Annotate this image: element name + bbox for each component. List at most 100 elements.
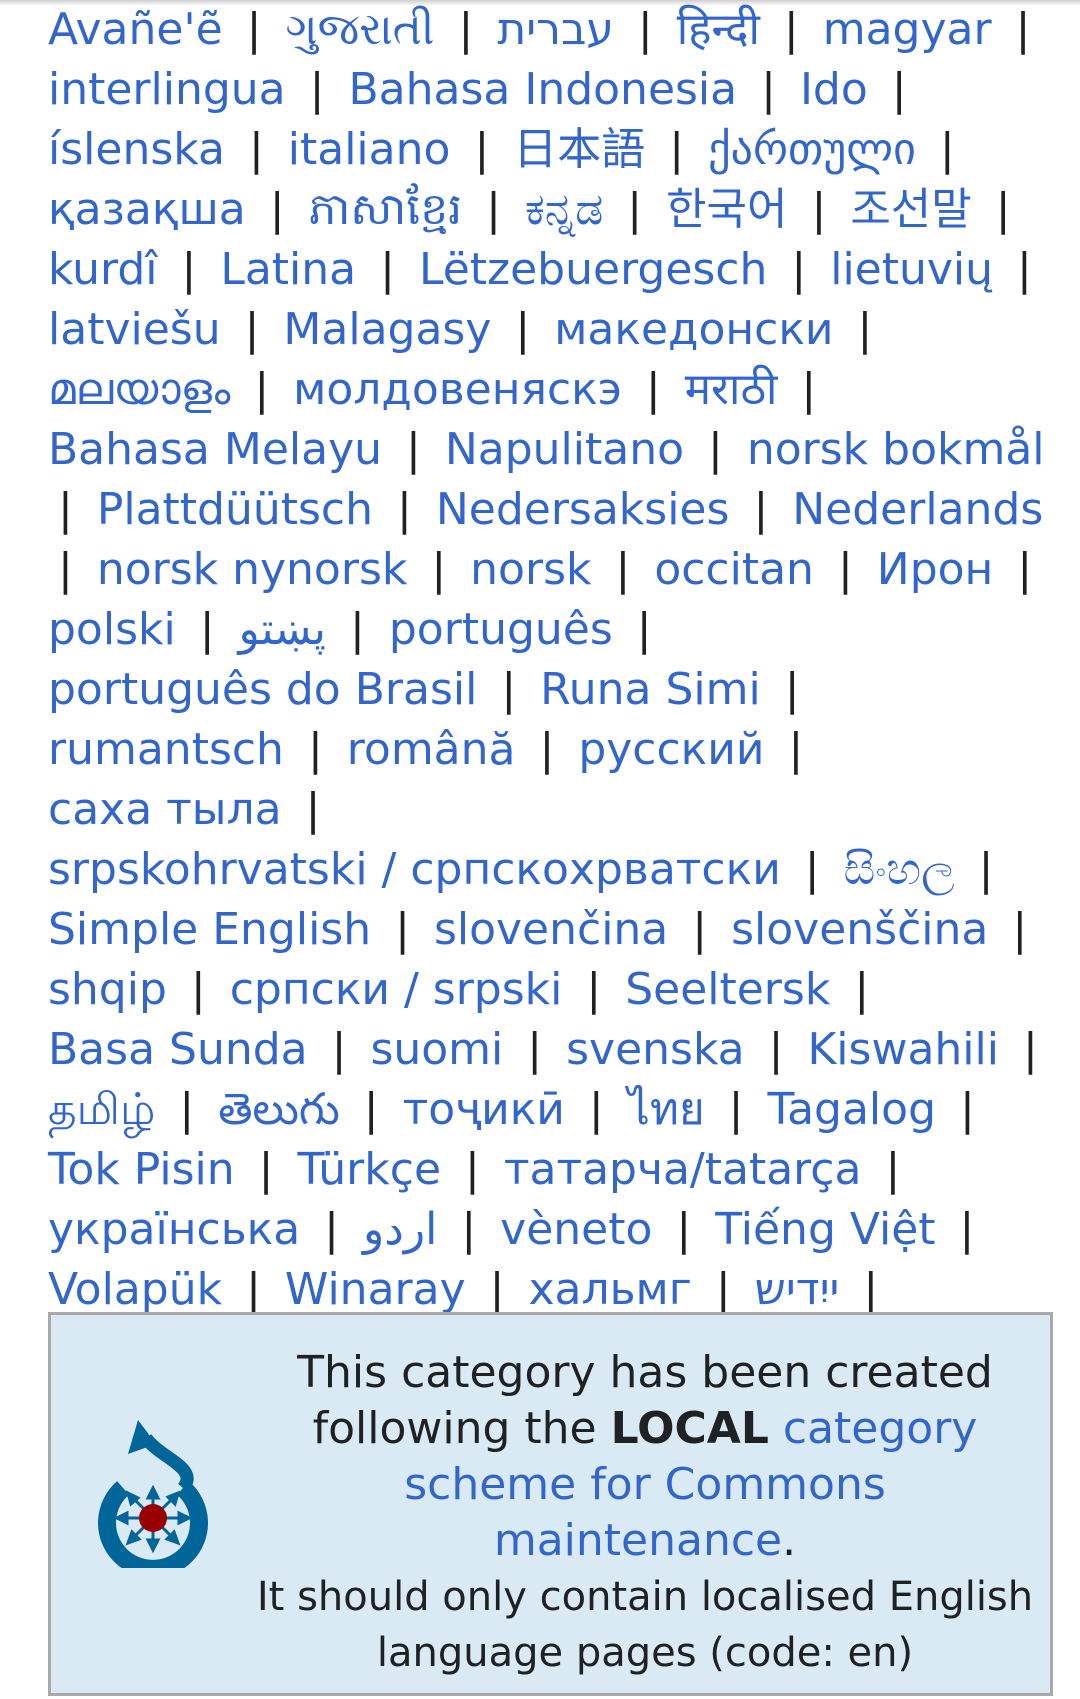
language-link[interactable]: norsk nynorsk	[97, 544, 408, 595]
language-link[interactable]: ไทย	[628, 1084, 705, 1135]
link-separator: |	[791, 244, 807, 295]
link-separator: |	[863, 1264, 879, 1315]
language-link[interactable]: slovenčina	[434, 904, 668, 955]
language-link[interactable]: Runa Simi	[540, 664, 761, 715]
language-link[interactable]: vèneto	[500, 1204, 652, 1255]
language-link[interactable]: қазақша	[48, 184, 246, 235]
language-link[interactable]: саха тыла	[48, 784, 282, 835]
language-link[interactable]: සිංහල	[844, 844, 955, 895]
language-link[interactable]: svenska	[566, 1024, 745, 1075]
link-separator: |	[959, 1204, 975, 1255]
language-link[interactable]: srpskohrvatski / српскохрватски	[48, 844, 781, 895]
link-separator: |	[676, 1204, 692, 1255]
link-separator: |	[761, 64, 776, 115]
link-separator: |	[885, 1144, 901, 1195]
language-link[interactable]: Tagalog	[767, 1084, 936, 1135]
language-link[interactable]: Simple English	[48, 904, 371, 955]
language-link[interactable]: молдовеняскэ	[293, 364, 622, 415]
notice-period: .	[782, 1515, 797, 1566]
language-link[interactable]: മലയാളം	[48, 364, 230, 415]
language-link[interactable]: Ирон	[877, 544, 994, 595]
link-separator: |	[615, 544, 631, 595]
language-link[interactable]: suomi	[370, 1024, 503, 1075]
link-separator: |	[978, 844, 994, 895]
link-separator: |	[258, 1144, 274, 1195]
language-link[interactable]: עברית	[497, 4, 614, 55]
link-separator: |	[331, 1024, 347, 1075]
language-link[interactable]: Kiswahili	[807, 1024, 999, 1075]
language-link[interactable]: српски / srpski	[230, 964, 563, 1015]
link-separator: |	[801, 364, 817, 415]
link-separator: |	[305, 784, 321, 835]
language-link[interactable]: українська	[48, 1204, 300, 1255]
language-link[interactable]: Plattdüütsch	[97, 484, 373, 535]
link-separator: |	[501, 664, 517, 715]
language-link[interactable]: मराठी	[685, 364, 778, 415]
language-link[interactable]: Nedersaksies	[436, 484, 730, 535]
link-separator: |	[1017, 244, 1032, 295]
language-link[interactable]: Malagasy	[283, 304, 491, 355]
language-link[interactable]: 日本語	[513, 124, 645, 175]
language-link[interactable]: తెలుగు	[218, 1084, 340, 1135]
language-link[interactable]: polski	[48, 604, 176, 655]
link-separator: |	[837, 544, 853, 595]
language-link[interactable]: português	[389, 604, 613, 655]
language-link[interactable]: íslenska	[48, 124, 225, 175]
language-link[interactable]: română	[347, 724, 516, 775]
language-link[interactable]: хальмг	[528, 1264, 691, 1315]
language-link[interactable]: italiano	[288, 124, 451, 175]
language-link[interactable]: interlingua	[48, 64, 286, 115]
link-separator: |	[397, 484, 412, 535]
language-link[interactable]: 한국어	[666, 184, 787, 235]
language-link[interactable]: Bahasa Melayu	[48, 424, 382, 475]
language-link[interactable]: latviešu	[48, 304, 221, 355]
link-separator: |	[1022, 1024, 1038, 1075]
language-link[interactable]: پښتو	[239, 604, 327, 655]
language-link[interactable]: ಕನ್ನಡ	[525, 184, 603, 235]
language-link[interactable]: lietuvių	[830, 244, 993, 295]
language-link[interactable]: Tiếng Việt	[715, 1204, 935, 1255]
language-link[interactable]: Winaray	[285, 1264, 466, 1315]
language-link[interactable]: ייִדיש	[755, 1264, 840, 1315]
language-link[interactable]: Bahasa Indonesia	[348, 64, 737, 115]
language-link[interactable]: Ido	[800, 64, 868, 115]
language-link[interactable]: Latina	[220, 244, 356, 295]
language-link[interactable]: Basa Sunda	[48, 1024, 308, 1075]
language-link[interactable]: 조선말	[850, 184, 971, 235]
language-link[interactable]: Tok Pisin	[48, 1144, 235, 1195]
link-separator: |	[788, 724, 804, 775]
language-link[interactable]: тоҷикӣ	[403, 1084, 565, 1135]
link-separator: |	[586, 964, 602, 1015]
language-link[interactable]: português do Brasil	[48, 664, 477, 715]
link-separator: |	[1017, 544, 1033, 595]
language-link[interactable]: occitan	[654, 544, 814, 595]
link-separator: |	[539, 724, 555, 775]
link-separator: |	[190, 964, 206, 1015]
language-link[interactable]: தமிழ்	[48, 1084, 155, 1135]
language-link[interactable]: Avañe'ẽ	[48, 4, 223, 55]
language-link[interactable]: Seeltersk	[625, 964, 830, 1015]
language-link[interactable]: Lëtzebuergesch	[419, 244, 767, 295]
language-link[interactable]: Nederlands	[792, 484, 1043, 535]
language-link[interactable]: magyar	[823, 4, 992, 55]
language-link[interactable]: Türkçe	[297, 1144, 441, 1195]
language-link[interactable]: slovenščina	[731, 904, 988, 955]
link-separator: |	[753, 484, 769, 535]
language-link[interactable]: shqip	[48, 964, 167, 1015]
language-link[interactable]: македонски	[554, 304, 833, 355]
language-link[interactable]: اردو	[363, 1204, 437, 1255]
language-link[interactable]: Napulitano	[445, 424, 684, 475]
link-separator: |	[307, 724, 323, 775]
language-link[interactable]: norsk bokmål	[747, 424, 1045, 475]
language-link[interactable]: русский	[578, 724, 764, 775]
language-link[interactable]: हिन्दी	[677, 4, 760, 55]
language-link[interactable]: kurdî	[48, 244, 157, 295]
language-link[interactable]: ភាសាខ្មែរ	[309, 184, 463, 235]
language-link[interactable]: ქართული	[708, 124, 916, 175]
language-link[interactable]: norsk	[470, 544, 591, 595]
language-link[interactable]: Volapük	[48, 1264, 222, 1315]
language-link[interactable]: rumantsch	[48, 724, 284, 775]
link-separator: |	[461, 1204, 477, 1255]
language-link[interactable]: ગુજરાતી	[285, 4, 434, 55]
language-link[interactable]: татарча/tatarça	[504, 1144, 862, 1195]
